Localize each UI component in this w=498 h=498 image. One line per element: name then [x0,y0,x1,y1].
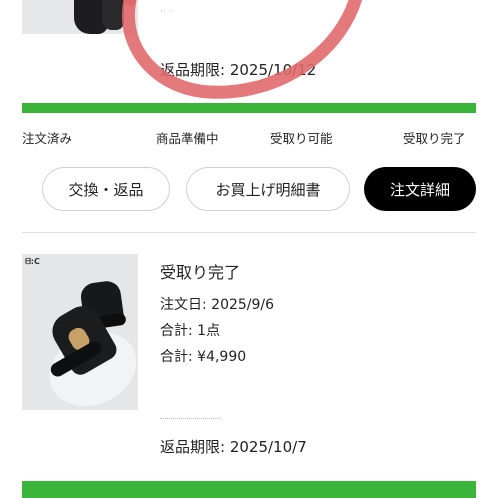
previous-order-thumbnail[interactable] [22,0,138,34]
order-detail-button[interactable]: 注文詳細 [364,167,476,211]
status-step-completed: 受取り完了 [403,131,466,146]
status-step-ready: 受取り可能 [270,131,333,146]
exchange-return-button[interactable]: 交換・返品 [42,167,170,211]
brand-logo: ᗺ:C [25,257,40,266]
divider [22,232,476,233]
order-status: 受取り完了 [160,263,241,282]
product-image[interactable]: ᗺ:C [22,254,138,410]
progress-bar [22,103,476,113]
previous-return-deadline: 返品期限: 2025/10/12 [160,61,317,79]
status-step-ordered: 注文済み [22,131,73,146]
progress-bar [22,481,476,498]
order-date: 注文日: 2025/9/6 [160,297,275,313]
status-step-preparing: 商品準備中 [156,131,219,146]
status-steps: 注文済み 商品準備中 受取り可能 受取り完了 [22,128,476,146]
order-total: 合計: ¥4,990 [160,349,247,365]
faint-text-fragment: ·· ·· [160,7,175,17]
faint-separator [160,418,220,422]
return-deadline: 返品期限: 2025/10/7 [160,438,307,456]
boot-image-part [102,0,124,30]
order-quantity: 合計: 1点 [160,323,221,339]
receipt-button[interactable]: お買上げ明細書 [186,167,350,211]
